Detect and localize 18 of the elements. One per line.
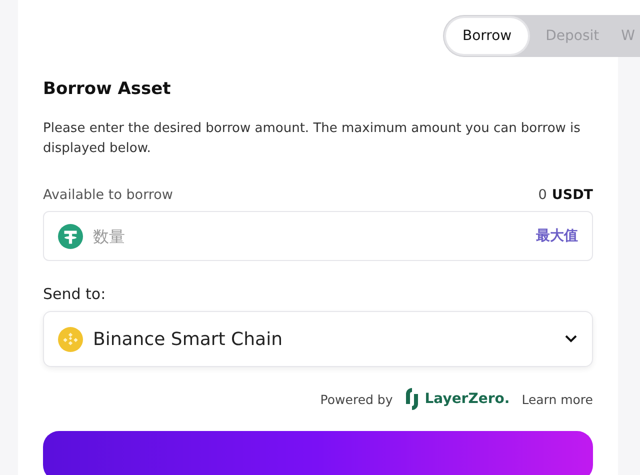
available-amount: 0 <box>538 187 547 203</box>
gradient-button[interactable] <box>43 431 593 475</box>
chevron-down-icon <box>564 334 578 344</box>
learn-more-link[interactable]: Learn more <box>522 392 593 406</box>
layerzero-logo-icon <box>404 387 419 411</box>
tab[interactable]: Borrow <box>446 18 528 54</box>
description-text: Please enter the desired borrow amount. The maximum amount you can borrow is displayed below. <box>43 120 582 158</box>
panel-title: Borrow Asset <box>43 79 172 99</box>
amount-input-field[interactable]: 数量 最大值 <box>43 211 593 261</box>
max-button[interactable]: 最大值 <box>536 227 578 245</box>
available-label: Available to borrow <box>43 187 174 203</box>
tether-coin-icon <box>58 224 83 248</box>
coin-icon <box>58 326 83 352</box>
chain-select[interactable]: Binance Smart Chain <box>43 311 593 367</box>
send-to-label: Send to: <box>43 285 107 303</box>
available-unit: USDT <box>552 187 593 203</box>
powered-by-text: Powered by <box>320 392 393 406</box>
brand-name: LayerZero. <box>424 391 510 407</box>
